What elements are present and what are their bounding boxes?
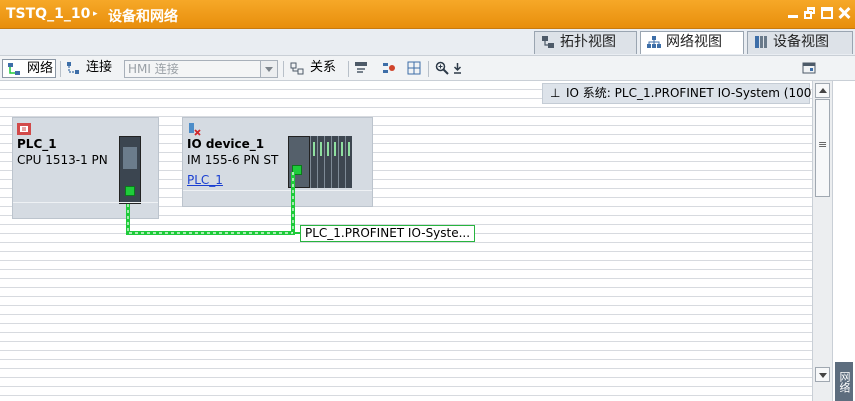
io-module[interactable]	[317, 136, 324, 188]
network-view-icon	[647, 36, 661, 48]
assigned-controller-link[interactable]: PLC_1	[187, 173, 223, 187]
io-device-profinet-port[interactable]	[292, 165, 302, 175]
tab-topology-view[interactable]: 拓扑视图	[534, 31, 637, 54]
overview-icon	[383, 63, 395, 73]
network-canvas[interactable]: ⊥ IO 系统: PLC_1.PROFINET IO-System (100) …	[0, 81, 812, 401]
breadcrumb-separator-icon: ▸	[93, 9, 98, 19]
toolbar-divider	[428, 61, 429, 77]
io-module-rack[interactable]	[288, 136, 353, 188]
close-icon[interactable]	[837, 6, 851, 20]
side-panel-tab[interactable]: 网络	[835, 362, 853, 401]
editor-name: 设备和网络	[108, 9, 178, 25]
device-separator	[183, 190, 372, 191]
device-view-icon	[755, 36, 767, 48]
toolbar-divider	[283, 61, 284, 77]
tab-label: 网络视图	[666, 34, 722, 50]
connection-type-value: HMI 连接	[128, 62, 179, 76]
network-toolbar: 网络 连接 HMI 连接 关系	[0, 55, 855, 81]
chevron-down-icon[interactable]	[260, 61, 277, 77]
plc-status-icon	[17, 123, 31, 135]
minimize-icon[interactable]	[786, 6, 800, 20]
grid-layout-button[interactable]	[403, 59, 425, 78]
show-names-button[interactable]	[350, 59, 372, 78]
io-device-status-icon	[189, 123, 201, 136]
project-name: TSTQ_1_10	[6, 6, 91, 22]
io-device-name: IO device_1	[187, 137, 265, 151]
connection-type-select[interactable]: HMI 连接	[124, 60, 278, 78]
scrollbar-thumb[interactable]	[815, 99, 830, 197]
io-module[interactable]	[331, 136, 338, 188]
plc-name: PLC_1	[17, 137, 57, 151]
toolbar-divider	[348, 61, 349, 77]
io-module[interactable]	[338, 136, 345, 188]
address-overview-button[interactable]	[378, 59, 400, 78]
network-icon	[8, 63, 20, 75]
relations-icon	[290, 62, 304, 75]
pin-icon[interactable]: ⊥	[550, 84, 560, 103]
io-system-header[interactable]: ⊥ IO 系统: PLC_1.PROFINET IO-System (100)	[542, 83, 812, 104]
tab-network-view[interactable]: 网络视图	[640, 31, 744, 54]
scroll-down-icon[interactable]	[815, 367, 830, 382]
plc-type: CPU 1513-1 PN	[17, 153, 108, 167]
connect-icon	[67, 62, 79, 74]
tab-device-view[interactable]: 设备视图	[747, 31, 853, 54]
zoom-button[interactable]	[431, 59, 467, 78]
profinet-network-label[interactable]: PLC_1.PROFINET IO-Syste...	[300, 225, 476, 242]
panel-toggle-button[interactable]	[798, 59, 820, 78]
io-module[interactable]	[345, 136, 352, 188]
topology-view-icon	[542, 36, 554, 48]
restore-icon[interactable]	[803, 6, 817, 20]
io-device-type: IM 155-6 PN ST	[187, 153, 279, 167]
connect-mode-button[interactable]: 连接	[62, 59, 120, 78]
maximize-icon[interactable]	[820, 6, 834, 20]
toolbar-divider	[60, 61, 61, 77]
relations-button[interactable]: 关系	[286, 59, 344, 78]
device-separator	[13, 202, 158, 203]
network-button-label: 网络	[27, 61, 54, 76]
tab-label: 设备视图	[773, 34, 829, 50]
cpu-module[interactable]	[119, 136, 141, 204]
scroll-up-icon[interactable]	[815, 83, 830, 98]
io-module[interactable]	[310, 136, 317, 188]
plc-device[interactable]: PLC_1 CPU 1513-1 PN	[12, 117, 159, 219]
plc-profinet-port[interactable]	[125, 186, 135, 196]
zoom-dropdown-icon[interactable]	[453, 63, 462, 74]
zoom-icon	[435, 61, 449, 75]
io-system-label: IO 系统: PLC_1.PROFINET IO-System (100)	[566, 86, 812, 100]
relations-button-label: 关系	[310, 60, 337, 75]
view-tabs: 拓扑视图 网络视图 设备视图	[0, 29, 855, 55]
io-module[interactable]	[324, 136, 331, 188]
io-device[interactable]: IO device_1 IM 155-6 PN ST PLC_1	[182, 117, 373, 207]
grid-icon	[407, 61, 421, 75]
network-mode-button[interactable]: 网络	[2, 59, 56, 78]
vertical-scrollbar[interactable]	[812, 81, 832, 401]
device-names-icon	[355, 62, 367, 73]
inspector-side-strip	[832, 81, 855, 401]
tab-label: 拓扑视图	[560, 34, 616, 50]
overview-panel-icon	[802, 62, 816, 74]
cpu-display	[123, 147, 137, 169]
connect-button-label: 连接	[86, 60, 113, 75]
editor-title-bar: TSTQ_1_10 ▸ 设备和网络	[0, 0, 855, 29]
interface-module[interactable]	[288, 136, 310, 188]
